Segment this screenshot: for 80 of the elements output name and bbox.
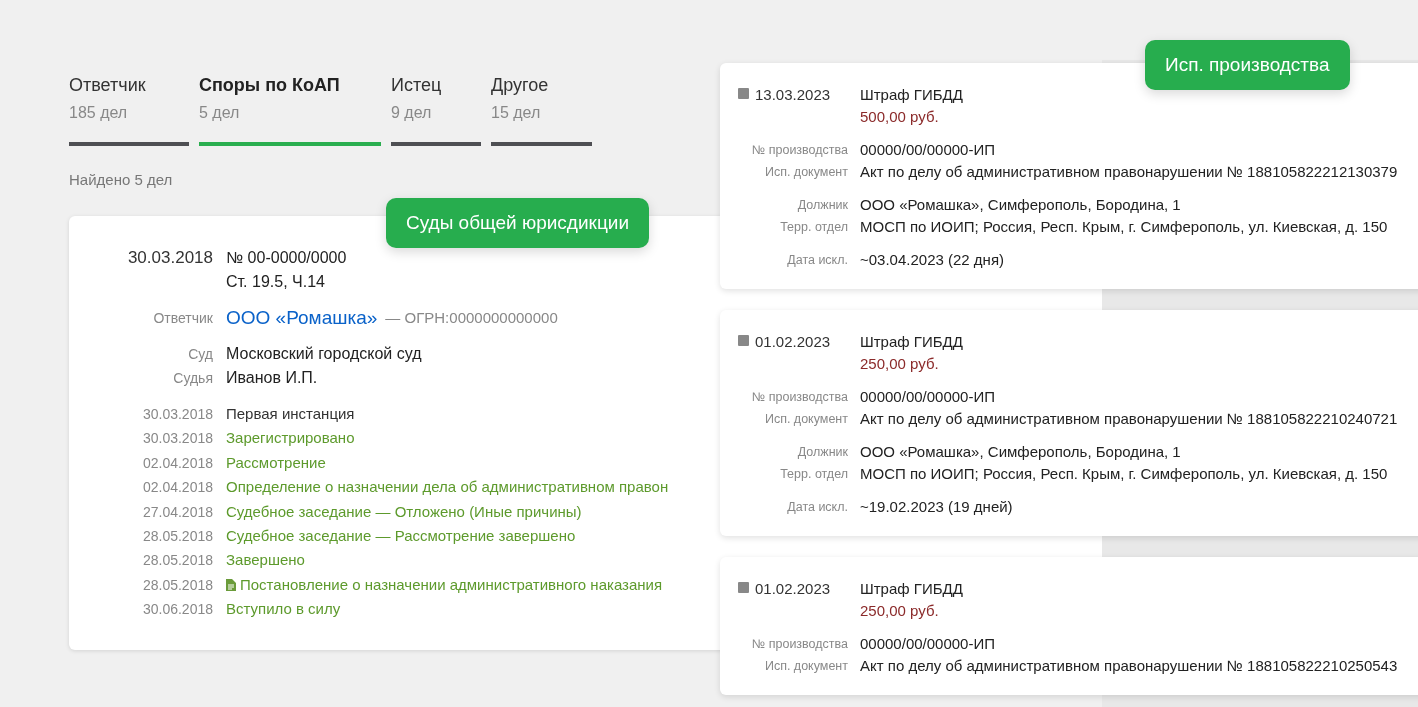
event-date: 30.03.2018 [141,429,214,449]
tab[interactable]: Другое 15 дел [491,75,592,146]
field-label: № производства [750,636,849,653]
field-label: Исп. документ [763,411,849,428]
field-label: Дата искл. [786,252,849,269]
field-value: 00000/00/00000-ИП [860,387,995,407]
company-link[interactable]: ООО «Ромашка» [226,306,378,330]
field-value: Акт по делу об административном правонарушении № 188105822210250543 [860,656,1398,676]
field-value: Акт по делу об административном правонарушении № 188105822212130379 [860,162,1398,182]
event-text: Зарегистрировано [226,428,355,449]
tab-count: 5 дел [199,104,240,122]
tab[interactable]: Ответчик 185 дел [69,75,189,146]
event-date: 27.04.2018 [141,502,214,522]
field-label: Должник [796,444,849,461]
event-date: 28.05.2018 [141,551,214,571]
tab-count: 9 дел [391,104,432,122]
fine-amount: 250,00 руб. [860,354,940,374]
tab[interactable]: Споры по КоАП 5 дел [199,75,381,146]
field-value: МОСП по ИОИП; Россия, Респ. Крым, г. Симферополь, ул. Киевская, д. 150 [860,464,1388,484]
tab-label: Другое [491,75,549,96]
field-value: Акт по делу об административном правонарушении № 188105822210240721 [860,409,1398,429]
event-text: Судебное заседание — Отложено (Иные причины) [226,501,582,522]
field-value: МОСП по ИОИП; Россия, Респ. Крым, г. Симферополь, ул. Киевская, д. 150 [860,217,1388,237]
case-article: Ст. 19.5, Ч.14 [226,272,325,292]
event-date: 28.05.2018 [141,575,214,595]
registration-number: — ОГРН:0000000000000 [385,308,558,328]
event-text: Определение о назначении дела об административном правон [226,477,669,498]
tab-count: 185 дел [69,104,128,122]
section-badge: Исп. производства [1145,40,1350,90]
proceeding-title: Штраф ГИБДД [860,332,963,352]
field-label: Судья [172,369,214,388]
field-label: Должник [796,197,849,214]
tab-count: 15 дел [491,104,541,122]
field-value: 00000/00/00000-ИП [860,634,995,654]
field-label: Суд [187,345,214,364]
fine-amount: 500,00 руб. [860,107,940,127]
field-label: Дата искл. [786,499,849,516]
square-icon [738,582,749,593]
field-value: ООО «Ромашка», Симферополь, Бородина, 1 [860,195,1181,215]
event-date: 02.04.2018 [141,478,214,498]
tab-label: Ответчик [69,75,146,96]
field-label: Терр. отдел [779,466,849,483]
event-date: 30.03.2018 [141,405,214,424]
proceeding-date: 01.02.2023 [755,579,831,599]
field-value: Иванов И.П. [226,368,318,388]
proceeding-date: 13.03.2023 [755,85,831,105]
field-value: Московский городской суд [226,344,422,364]
event-date: 30.06.2018 [141,600,214,620]
document-link[interactable]: Постановление о назначении административного наказания [240,572,663,598]
tab[interactable]: Истец 9 дел [391,75,481,146]
event-text: Первая инстанция [226,404,355,424]
square-icon [738,88,749,99]
field-value: 00000/00/00000-ИП [860,140,995,160]
field-value: ООО «Ромашка», Симферополь, Бородина, 1 [860,442,1181,462]
event-text: Судебное заседание — Рассмотрение завершено [226,526,576,547]
field-label: № производства [750,389,849,406]
field-label: Исп. документ [763,164,849,181]
event-text: Рассмотрение [226,452,326,473]
square-icon [738,335,749,346]
field-value: ~03.04.2023 (22 дня) [860,250,1004,270]
field-label: Ответчик [152,309,214,328]
proceeding-title: Штраф ГИБДД [860,85,963,105]
section-badge: Суды общей юрисдикции [386,198,649,248]
field-label: Терр. отдел [779,219,849,236]
field-label: Исп. документ [763,658,849,675]
event-text: Вступило в силу [226,599,341,620]
proceeding-title: Штраф ГИБДД [860,579,963,599]
proceeding-date: 01.02.2023 [755,332,831,352]
case-number: № 00-0000/0000 [226,248,347,268]
tab-label: Споры по КоАП [199,75,340,96]
fine-amount: 250,00 руб. [860,601,940,621]
event-date: 28.05.2018 [141,527,214,547]
tab-label: Истец [391,75,442,96]
case-date: 30.03.2018 [126,247,214,269]
event-text: Завершено [226,550,305,571]
field-label: № производства [750,142,849,159]
result-count: Найдено 5 дел [69,171,173,188]
document-icon [226,579,236,592]
event-date: 02.04.2018 [141,453,214,473]
field-value: ~19.02.2023 (19 дней) [860,497,1013,517]
